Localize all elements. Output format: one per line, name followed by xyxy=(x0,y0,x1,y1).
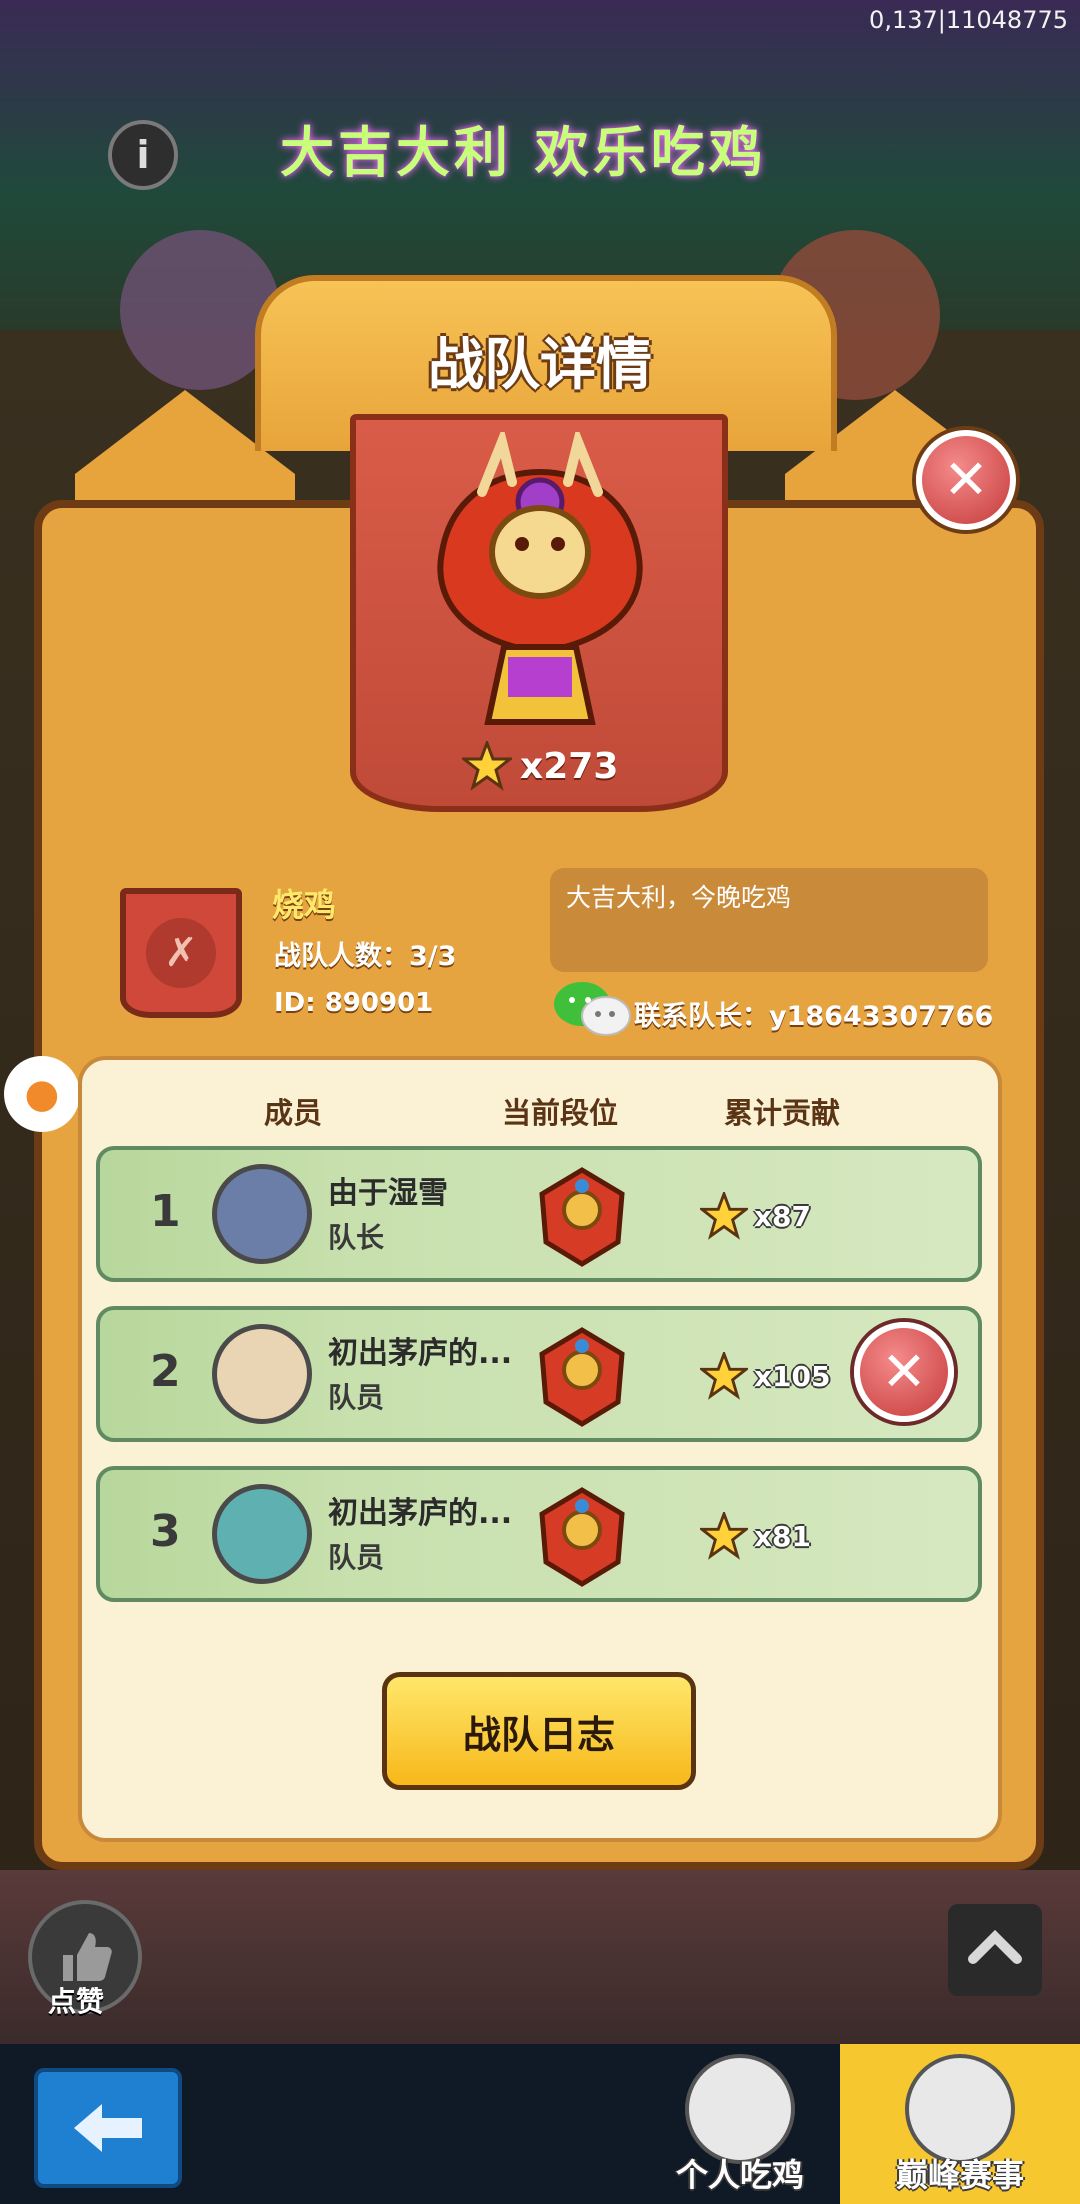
info-icon: i xyxy=(136,133,150,177)
team-flag-icon: ✗ xyxy=(120,888,242,1018)
debug-id: 0,137|11048775 xyxy=(869,6,1068,34)
team-score: x273 xyxy=(462,738,618,794)
wechat-icon[interactable] xyxy=(552,980,632,1038)
member-rank: 1 xyxy=(150,1186,181,1237)
event-banner: 大吉大利 欢乐吃鸡 xyxy=(280,121,767,184)
member-avatar[interactable] xyxy=(212,1484,312,1584)
team-id: ID: 890901 xyxy=(274,988,434,1018)
close-icon: ✕ xyxy=(881,1340,927,1403)
header-contribution: 累计贡献 xyxy=(724,1096,841,1130)
rank-badge-icon xyxy=(539,1327,625,1427)
team-name: 烧鸡 xyxy=(272,886,337,924)
team-log-button[interactable]: 战队日志 xyxy=(382,1672,696,1790)
tab-personal-label: 个人吃鸡 xyxy=(675,2156,804,2194)
member-contribution-value: x105 xyxy=(754,1359,831,1393)
member-role: 队员 xyxy=(328,1381,385,1414)
team-member-count: 战队人数：3/3 xyxy=(274,941,457,972)
modal-title: 战队详情 xyxy=(428,333,652,398)
member-contribution-value: x81 xyxy=(754,1519,812,1553)
member-contribution: x87 xyxy=(700,1192,811,1240)
member-name: 初出茅庐的... xyxy=(328,1336,513,1371)
team-score-value: x273 xyxy=(520,745,619,787)
team-slogan-text: 大吉大利，今晚吃鸡 xyxy=(566,883,792,912)
back-button[interactable] xyxy=(34,2068,182,2188)
member-row[interactable]: 2 初出茅庐的... 队员 x105 ✕ xyxy=(96,1306,982,1442)
arrow-left-icon xyxy=(74,2104,142,2152)
captain-contact: 联系队长：y18643307766 xyxy=(634,1001,994,1032)
remove-member-button[interactable]: ✕ xyxy=(854,1322,954,1422)
member-role: 队员 xyxy=(328,1541,385,1574)
tab-peak-event[interactable]: 巅峰赛事 xyxy=(840,2044,1080,2204)
member-row[interactable]: 3 初出茅庐的... 队员 x81 xyxy=(96,1466,982,1602)
member-contribution: x105 xyxy=(700,1352,831,1400)
star-icon xyxy=(462,741,512,791)
star-icon xyxy=(700,1512,748,1560)
gamepad-icon: ● xyxy=(24,1071,60,1117)
member-avatar[interactable] xyxy=(212,1324,312,1424)
header-member: 成员 xyxy=(264,1096,323,1130)
star-icon xyxy=(700,1192,748,1240)
like-label: 点赞 xyxy=(48,1985,105,2018)
scroll-up-button[interactable] xyxy=(948,1904,1042,1996)
member-row[interactable]: 1 由于湿雪 队长 x87 xyxy=(96,1146,982,1282)
close-button[interactable]: ✕ xyxy=(916,430,1016,530)
member-name: 由于湿雪 xyxy=(328,1176,448,1211)
gamepad-button[interactable]: ● xyxy=(4,1056,80,1132)
star-icon xyxy=(700,1352,748,1400)
member-avatar[interactable] xyxy=(212,1164,312,1264)
close-icon: ✕ xyxy=(943,448,989,511)
dragon-emblem-icon xyxy=(437,432,643,725)
team-slogan: 大吉大利，今晚吃鸡 xyxy=(550,868,988,972)
chevron-up-icon xyxy=(968,1929,1022,1964)
sword-icon: ✗ xyxy=(146,918,216,988)
crowd-area xyxy=(0,1870,1080,2050)
member-rank: 3 xyxy=(150,1506,181,1557)
tab-character-icon xyxy=(685,2054,795,2164)
member-name: 初出茅庐的... xyxy=(328,1496,513,1531)
member-contribution: x81 xyxy=(700,1512,811,1560)
thumbs-up-icon xyxy=(63,1933,112,1981)
header-rank: 当前段位 xyxy=(502,1096,619,1130)
tab-character-icon xyxy=(905,2054,1015,2164)
member-rank: 2 xyxy=(150,1346,181,1397)
rank-badge-icon xyxy=(539,1487,625,1587)
member-contribution-value: x87 xyxy=(754,1199,812,1233)
tab-peak-event-label: 巅峰赛事 xyxy=(895,2156,1024,2194)
info-button[interactable]: i xyxy=(108,120,178,190)
rank-badge-icon xyxy=(539,1167,625,1267)
member-role: 队长 xyxy=(328,1221,385,1254)
tab-personal[interactable]: 个人吃鸡 xyxy=(640,2044,840,2204)
